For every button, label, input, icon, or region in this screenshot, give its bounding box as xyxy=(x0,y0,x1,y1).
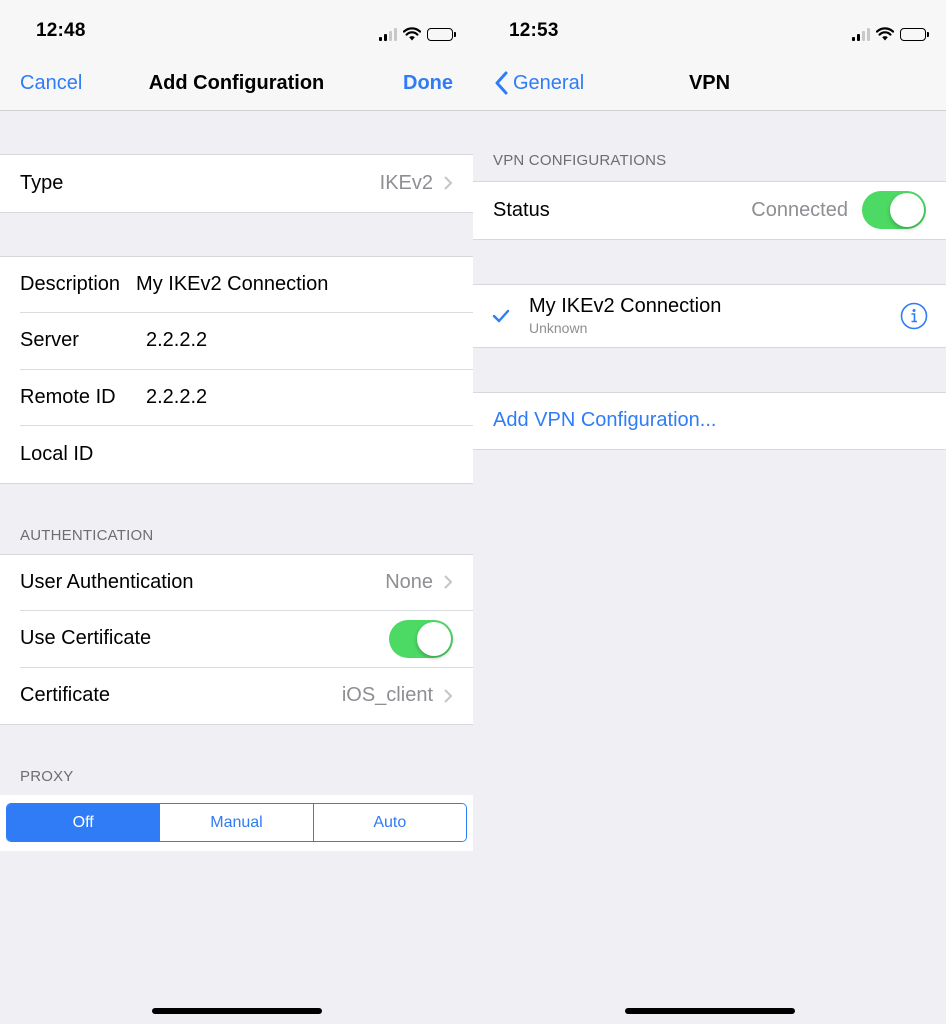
proxy-group: Off Manual Auto xyxy=(0,795,473,851)
use-certificate-label: Use Certificate xyxy=(20,627,152,650)
status-icons xyxy=(852,26,929,42)
vpn-status-toggle[interactable] xyxy=(862,191,926,230)
vpn-configurations-header: VPN CONFIGURATIONS xyxy=(493,152,667,169)
home-indicator[interactable] xyxy=(624,1008,795,1014)
add-vpn-configuration-link[interactable]: Add VPN Configuration... xyxy=(473,393,946,449)
nav-bar: Cancel Add Configuration Done xyxy=(0,56,473,111)
status-value: Connected xyxy=(751,198,848,221)
chevron-right-icon xyxy=(444,575,453,589)
chevron-left-icon xyxy=(495,71,508,95)
wifi-icon xyxy=(876,27,894,41)
vpn-status-subtitle: Unknown xyxy=(529,320,588,336)
wifi-icon xyxy=(403,27,421,41)
battery-icon xyxy=(900,27,929,41)
back-button[interactable]: General xyxy=(483,71,584,95)
status-bar: 12:53 xyxy=(473,0,946,56)
cancel-button[interactable]: Cancel xyxy=(20,72,82,95)
certificate-row[interactable]: Certificate iOS_client xyxy=(20,668,473,725)
signal-icon xyxy=(852,27,870,41)
back-label: General xyxy=(513,71,585,94)
certificate-label: Certificate xyxy=(20,684,111,707)
remote-id-label: Remote ID xyxy=(20,385,116,408)
type-value: IKEv2 xyxy=(379,171,433,194)
proxy-segment-manual[interactable]: Manual xyxy=(160,804,314,841)
home-indicator[interactable] xyxy=(151,1008,322,1014)
battery-icon xyxy=(427,27,456,41)
server-label: Server xyxy=(20,329,79,352)
checkmark-icon xyxy=(491,309,511,323)
add-configuration-group: Add VPN Configuration... xyxy=(473,391,946,450)
done-button[interactable]: Done xyxy=(403,72,453,95)
status-bar: 12:48 xyxy=(0,0,473,56)
status-row: Status Connected xyxy=(493,182,946,239)
description-label: Description xyxy=(20,272,121,295)
server-row[interactable]: Server 2.2.2.2 xyxy=(20,313,473,370)
type-row[interactable]: Type IKEv2 xyxy=(20,155,473,212)
use-certificate-row: Use Certificate xyxy=(20,611,473,668)
local-id-label: Local ID xyxy=(20,442,94,465)
vpn-name: My IKEv2 Connection xyxy=(529,295,722,317)
proxy-segmented-control: Off Manual Auto xyxy=(6,803,467,842)
status-label: Status xyxy=(493,198,550,221)
status-icons xyxy=(379,26,456,42)
vpn-screen: 12:53 General VPN VPN CONFIGURATIONS Sta… xyxy=(473,0,946,1024)
user-authentication-label: User Authentication xyxy=(20,570,194,593)
proxy-segment-auto[interactable]: Auto xyxy=(313,804,466,841)
screens: 12:48 Cancel Add Configuration Done Type xyxy=(0,0,946,1024)
status-group: Status Connected xyxy=(473,181,946,240)
user-authentication-value: None xyxy=(385,570,433,593)
remote-id-row[interactable]: Remote ID 2.2.2.2 xyxy=(20,370,473,426)
details-group: Description My IKEv2 Connection Server 2… xyxy=(0,255,473,484)
proxy-header: PROXY xyxy=(20,768,74,785)
signal-icon xyxy=(379,27,397,41)
type-group: Type IKEv2 xyxy=(0,154,473,213)
add-configuration-screen: 12:48 Cancel Add Configuration Done Type xyxy=(0,0,473,1024)
vpn-configuration-item[interactable]: My IKEv2 Connection Unknown xyxy=(473,285,946,347)
chevron-right-icon xyxy=(444,689,453,703)
server-field[interactable]: 2.2.2.2 xyxy=(146,329,207,352)
info-icon[interactable] xyxy=(900,302,928,330)
status-time: 12:48 xyxy=(36,20,86,41)
chevron-right-icon xyxy=(444,176,453,190)
use-certificate-toggle[interactable] xyxy=(389,619,453,658)
nav-bar: General VPN xyxy=(473,56,946,111)
vpn-list-group: My IKEv2 Connection Unknown xyxy=(473,283,946,348)
description-field[interactable]: My IKEv2 Connection xyxy=(136,273,328,296)
user-authentication-row[interactable]: User Authentication None xyxy=(20,555,473,611)
status-time: 12:53 xyxy=(509,20,559,41)
certificate-value: iOS_client xyxy=(341,684,433,707)
proxy-segment-off[interactable]: Off xyxy=(7,804,161,841)
remote-id-field[interactable]: 2.2.2.2 xyxy=(146,386,207,409)
local-id-row[interactable]: Local ID xyxy=(20,426,473,483)
description-row[interactable]: Description My IKEv2 Connection xyxy=(20,257,473,313)
authentication-group: User Authentication None Use Certificate… xyxy=(0,553,473,725)
authentication-header: AUTHENTICATION xyxy=(20,526,154,544)
type-label: Type xyxy=(20,171,64,194)
